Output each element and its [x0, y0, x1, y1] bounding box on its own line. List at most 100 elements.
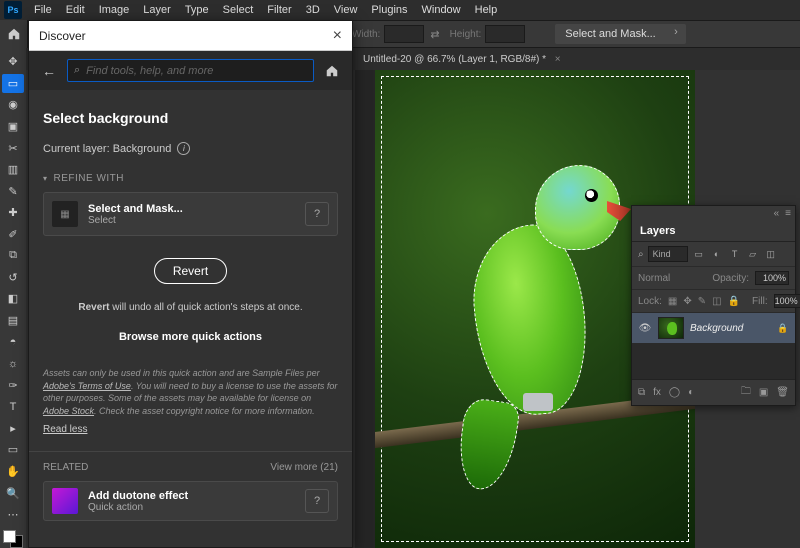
blend-opacity-row: Normal Opacity: 100% [632, 267, 795, 290]
menu-file[interactable]: File [28, 2, 58, 18]
swap-dimensions-icon[interactable]: ⇄ [430, 28, 439, 41]
edit-toolbar[interactable]: ⋯ [2, 505, 24, 525]
healing-brush-tool[interactable]: ✚ [2, 203, 24, 223]
dodge-tool[interactable]: ☼ [2, 354, 24, 374]
menu-plugins[interactable]: Plugins [365, 2, 413, 18]
adobe-stock-link[interactable]: Adobe Stock [43, 406, 94, 416]
history-brush-tool[interactable]: ↺ [2, 268, 24, 288]
pen-tool[interactable]: ✑ [2, 375, 24, 395]
browse-more-link[interactable]: Browse more quick actions [43, 331, 338, 343]
collapse-panel-icon[interactable]: « [774, 208, 780, 219]
crop-tool[interactable]: ✂ [2, 138, 24, 158]
link-layers-icon[interactable]: ⧉ [638, 387, 645, 398]
info-icon[interactable]: i [177, 142, 190, 155]
menu-3d[interactable]: 3D [300, 2, 326, 18]
zoom-tool[interactable]: 🔍 [2, 483, 24, 503]
path-select-tool[interactable]: ▸ [2, 419, 24, 439]
type-tool[interactable]: T [2, 397, 24, 417]
layer-row-background[interactable]: 👁 Background 🔒 [632, 313, 795, 343]
layer-visibility-icon[interactable]: 👁 [638, 323, 652, 334]
lasso-tool[interactable]: ◉ [2, 95, 24, 115]
refine-with-label: REFINE WITH [54, 173, 125, 184]
back-button[interactable]: ← [39, 61, 59, 81]
menu-image[interactable]: Image [93, 2, 136, 18]
delete-layer-icon[interactable]: 🗑 [776, 387, 789, 398]
search-input[interactable] [86, 65, 307, 77]
close-icon[interactable]: × [333, 27, 342, 45]
shape-tool[interactable]: ▭ [2, 440, 24, 460]
app-logo: Ps [4, 1, 22, 19]
filter-kind-select[interactable]: Kind [648, 246, 688, 262]
refine-with-header[interactable]: ▾ REFINE WITH [43, 173, 338, 184]
lock-pixels-icon[interactable]: ✎ [698, 296, 706, 307]
read-less-link[interactable]: Read less [43, 424, 87, 435]
frame-tool[interactable]: ▥ [2, 160, 24, 180]
new-group-icon[interactable]: 🗀 [741, 384, 751, 401]
search-box[interactable]: ⌕ [67, 59, 314, 82]
related-view-more-link[interactable]: View more (21) [270, 462, 338, 473]
related-item-help-icon[interactable]: ? [305, 489, 329, 513]
layer-fx-icon[interactable]: fx [653, 387, 661, 398]
brush-tool[interactable]: ✐ [2, 225, 24, 245]
select-and-mask-button[interactable]: Select and Mask... [555, 24, 686, 44]
lock-icon[interactable]: 🔒 [728, 296, 740, 307]
eraser-tool[interactable]: ◧ [2, 289, 24, 309]
layer-name[interactable]: Background [690, 323, 771, 334]
related-item-text: Add duotone effect Quick action [88, 490, 188, 513]
filter-pixel-icon[interactable]: ▭ [692, 247, 706, 261]
menu-type[interactable]: Type [179, 2, 215, 18]
document-tab-title: Untitled-20 @ 66.7% (Layer 1, RGB/8#) * [363, 54, 546, 65]
new-layer-icon[interactable]: ▣ [759, 387, 768, 398]
menu-filter[interactable]: Filter [261, 2, 297, 18]
menu-help[interactable]: Help [469, 2, 504, 18]
filter-type-icon[interactable]: T [728, 247, 742, 261]
filter-smart-icon[interactable]: ◫ [764, 247, 778, 261]
blend-mode-select[interactable]: Normal [638, 273, 670, 284]
foreground-color-swatch[interactable] [3, 530, 16, 543]
terms-link[interactable]: Adobe's Terms of Use [43, 381, 131, 391]
filter-shape-icon[interactable]: ▱ [746, 247, 760, 261]
menu-select[interactable]: Select [217, 2, 260, 18]
move-tool[interactable]: ✥ [2, 52, 24, 72]
refine-item[interactable]: ▦ Select and Mask... Select ? [43, 192, 338, 236]
lock-artboard-icon[interactable]: ◫ [712, 296, 721, 307]
filter-search-icon[interactable]: ⌕ [638, 249, 644, 260]
width-input[interactable] [384, 25, 424, 43]
gradient-tool[interactable]: ▤ [2, 311, 24, 331]
new-adjustment-icon[interactable]: ◐ [688, 387, 694, 398]
layers-tab[interactable]: Layers [632, 221, 795, 242]
marquee-tool[interactable]: ▭ [2, 74, 24, 94]
menu-window[interactable]: Window [416, 2, 467, 18]
menu-edit[interactable]: Edit [60, 2, 91, 18]
parrot-body [467, 221, 593, 420]
height-input[interactable] [485, 25, 525, 43]
refine-item-subtitle: Select [88, 215, 183, 226]
clone-stamp-tool[interactable]: ⧉ [2, 246, 24, 266]
document-tab[interactable]: Untitled-20 @ 66.7% (Layer 1, RGB/8#) * … [355, 54, 569, 65]
discover-home-button[interactable] [322, 61, 342, 81]
panel-menu-icon[interactable]: ≡ [785, 208, 791, 219]
layers-panel-controls: « ≡ [632, 206, 795, 221]
refine-item-help-icon[interactable]: ? [305, 202, 329, 226]
lock-position-icon[interactable]: ✥ [683, 296, 691, 307]
blur-tool[interactable]: ◓ [2, 332, 24, 352]
layer-locked-icon[interactable]: 🔒 [777, 323, 789, 334]
opacity-input[interactable]: 100% [755, 271, 789, 285]
close-tab-icon[interactable]: × [555, 54, 561, 65]
hand-tool[interactable]: ✋ [2, 462, 24, 482]
filter-adjust-icon[interactable]: ◐ [710, 247, 724, 261]
home-button[interactable] [0, 20, 28, 48]
refine-item-text: Select and Mask... Select [88, 203, 183, 226]
color-swatches[interactable] [3, 530, 23, 548]
menu-view[interactable]: View [328, 2, 364, 18]
revert-desc-bold: Revert [78, 302, 109, 313]
add-mask-icon[interactable]: ◯ [669, 387, 680, 398]
eyedropper-tool[interactable]: ✎ [2, 181, 24, 201]
menu-layer[interactable]: Layer [137, 2, 177, 18]
revert-button[interactable]: Revert [154, 258, 227, 284]
object-select-tool[interactable]: ▣ [2, 117, 24, 137]
related-item[interactable]: Add duotone effect Quick action ? [43, 481, 338, 521]
layer-thumbnail[interactable] [658, 317, 684, 339]
lock-all-icon[interactable]: ▦ [668, 296, 677, 307]
fill-input[interactable]: 100% [774, 294, 800, 308]
